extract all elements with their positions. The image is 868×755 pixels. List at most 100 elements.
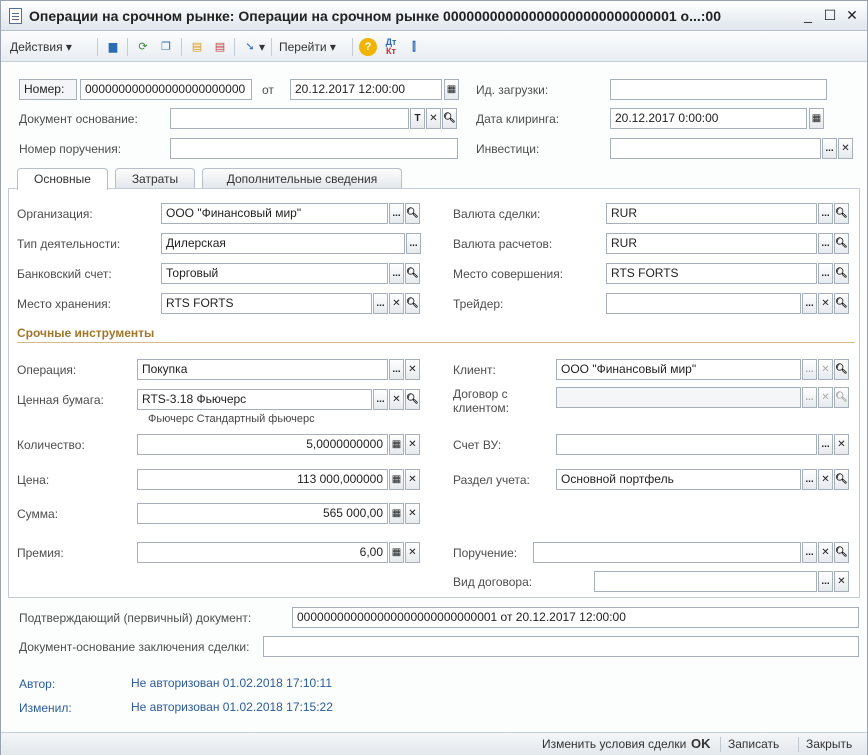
clear-icon[interactable]: ✕ — [405, 542, 420, 563]
accounting-section-field[interactable]: Основной портфель — [556, 469, 801, 490]
clear-icon[interactable]: ✕ — [389, 293, 404, 314]
open-icon[interactable]: 🔍︎ — [834, 542, 849, 563]
sum-field[interactable]: 565 000,00 — [137, 503, 388, 524]
number-field[interactable]: 000000000000000000000000 — [80, 79, 252, 100]
security-field[interactable]: RTS-3.18 Фьючерс — [137, 389, 372, 410]
deal-basis-field[interactable] — [263, 636, 859, 657]
open-icon[interactable]: 🔍︎ — [834, 469, 849, 490]
clear-icon[interactable]: ✕ — [834, 571, 849, 592]
bank-account-field[interactable]: Торговый — [161, 263, 388, 284]
clear-icon[interactable]: ✕ — [818, 387, 833, 408]
select-icon[interactable]: ... — [389, 263, 404, 284]
select-icon[interactable]: ... — [389, 203, 404, 224]
select-icon[interactable]: ... — [818, 263, 833, 284]
quantity-field[interactable]: 5,0000000000 — [137, 434, 388, 455]
ok-button[interactable]: OK — [691, 736, 711, 751]
calculator-icon[interactable]: ▦ — [389, 434, 404, 455]
trader-field[interactable] — [606, 293, 801, 314]
open-icon[interactable]: 🔍︎ — [834, 263, 849, 284]
save-disk-icon[interactable]: ▆ — [104, 38, 122, 56]
change-deal-button[interactable]: Изменить условия сделки — [542, 737, 686, 751]
goto-menu[interactable]: Перейти ▾ — [279, 38, 336, 56]
close-icon[interactable]: ✕ — [842, 5, 862, 25]
tab-main[interactable]: Основные — [17, 168, 108, 190]
clear-icon[interactable]: ✕ — [818, 469, 833, 490]
select-icon[interactable]: ... — [818, 434, 833, 455]
open-icon[interactable]: 🔍︎ — [834, 359, 849, 380]
clear-icon[interactable]: ✕ — [405, 359, 420, 380]
clear-icon[interactable]: ✕ — [818, 542, 833, 563]
copy-icon[interactable]: ❐ — [157, 38, 175, 56]
select-icon[interactable]: ... — [802, 542, 817, 563]
settle-currency-field[interactable]: RUR — [606, 233, 817, 254]
select-icon[interactable]: ... — [802, 469, 817, 490]
type-select-button[interactable]: T — [410, 108, 425, 129]
contract-type-field[interactable] — [594, 571, 817, 592]
clear-icon[interactable]: ✕ — [405, 434, 420, 455]
select-icon[interactable]: ... — [406, 233, 421, 254]
order-number-field[interactable] — [170, 138, 458, 159]
open-icon[interactable]: 🔍︎ — [405, 293, 420, 314]
unpost-document-icon[interactable]: ▤ — [211, 38, 229, 56]
venue-field[interactable]: RTS FORTS — [606, 263, 817, 284]
storage-field[interactable]: RTS FORTS — [161, 293, 372, 314]
open-icon[interactable]: 🔍︎ — [834, 293, 849, 314]
based-on-dropdown[interactable]: ▾ — [259, 38, 265, 56]
calendar-icon[interactable]: ▦ — [444, 79, 459, 100]
calculator-icon[interactable]: ▦ — [389, 542, 404, 563]
clear-icon[interactable]: ✕ — [426, 108, 441, 129]
tab-costs[interactable]: Затраты — [115, 168, 195, 189]
operation-field[interactable]: Покупка — [137, 359, 388, 380]
clear-icon[interactable]: ✕ — [405, 503, 420, 524]
open-icon[interactable]: 🔍︎ — [834, 233, 849, 254]
maximize-icon[interactable]: ☐ — [820, 5, 840, 25]
post-document-icon[interactable]: ▤ — [188, 38, 206, 56]
open-icon[interactable]: 🔍︎ — [405, 263, 420, 284]
select-icon[interactable]: ... — [818, 571, 833, 592]
select-icon[interactable]: ... — [802, 293, 817, 314]
select-icon[interactable]: ... — [818, 203, 833, 224]
select-icon[interactable]: ... — [802, 359, 817, 380]
basis-field[interactable] — [170, 108, 409, 129]
based-on-icon[interactable]: ➘ — [241, 38, 259, 56]
actions-menu[interactable]: Действия ▾ — [10, 38, 72, 56]
client-field[interactable]: ООО "Финансовый мир" — [556, 359, 801, 380]
select-icon[interactable]: ... — [373, 293, 388, 314]
help-icon[interactable]: ? — [359, 38, 377, 56]
activity-type-field[interactable]: Дилерская — [161, 233, 405, 254]
contract-field[interactable] — [556, 387, 801, 408]
instruction-field[interactable] — [533, 542, 801, 563]
clearing-date-field[interactable]: 20.12.2017 0:00:00 — [610, 108, 807, 129]
calculator-icon[interactable]: ▦ — [389, 469, 404, 490]
open-icon[interactable]: 🔍︎ — [405, 389, 420, 410]
clear-icon[interactable]: ✕ — [818, 359, 833, 380]
refresh-icon[interactable]: ⟳ — [134, 38, 152, 56]
premium-field[interactable]: 6,00 — [137, 542, 388, 563]
calculator-icon[interactable]: ▦ — [389, 503, 404, 524]
select-icon[interactable]: ... — [802, 387, 817, 408]
select-icon[interactable]: ... — [389, 359, 404, 380]
calendar-icon[interactable]: ▦ — [809, 108, 824, 129]
date-field[interactable]: 20.12.2017 12:00:00 — [290, 79, 442, 100]
load-id-field[interactable] — [610, 79, 827, 100]
confirm-doc-field[interactable]: 000000000000000000000000000001 от 20.12.… — [292, 607, 859, 628]
tab-additional[interactable]: Дополнительные сведения — [202, 168, 402, 189]
minimize-icon[interactable]: _ — [798, 5, 818, 25]
clear-icon[interactable]: ✕ — [834, 434, 849, 455]
select-icon[interactable]: ... — [818, 233, 833, 254]
organization-field[interactable]: ООО "Финансовый мир" — [161, 203, 388, 224]
account-field[interactable] — [556, 434, 817, 455]
close-button[interactable]: Закрыть — [806, 737, 852, 751]
structure-icon[interactable]: ⫿ — [405, 38, 423, 56]
select-icon[interactable]: ... — [822, 138, 837, 159]
clear-icon[interactable]: ✕ — [405, 469, 420, 490]
deal-currency-field[interactable]: RUR — [606, 203, 817, 224]
price-field[interactable]: 113 000,000000 — [137, 469, 388, 490]
open-icon[interactable]: 🔍︎ — [405, 203, 420, 224]
investment-field[interactable] — [610, 138, 821, 159]
open-icon[interactable]: 🔍︎ — [442, 108, 457, 129]
open-icon[interactable]: 🔍︎ — [834, 387, 849, 408]
debit-credit-icon[interactable]: Дт Кт — [382, 38, 400, 56]
open-icon[interactable]: 🔍︎ — [834, 203, 849, 224]
select-icon[interactable]: ... — [373, 389, 388, 410]
